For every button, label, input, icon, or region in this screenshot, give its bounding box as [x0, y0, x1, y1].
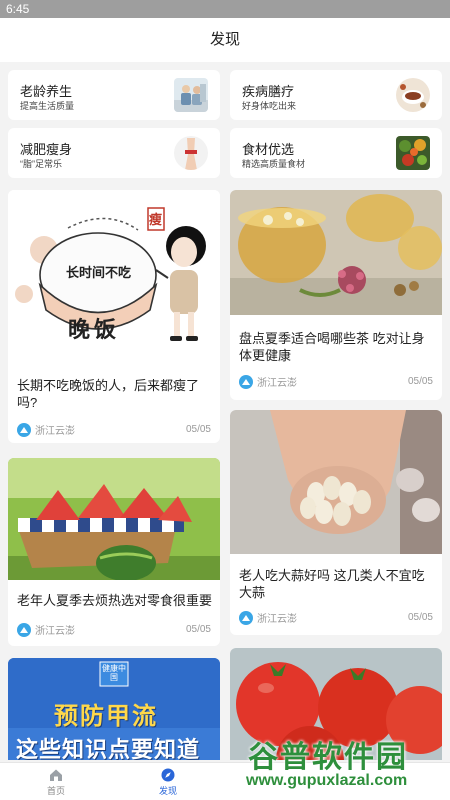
article-illustration: 长时间不吃 晚饭 瘦	[8, 190, 220, 355]
article-card[interactable]: 健康中国 预防甲流 这些知识点要知道	[8, 658, 220, 760]
slim-waist-thumbnail	[174, 136, 208, 170]
article-title: 老人吃大蒜好吗 这几类人不宜吃大蒜	[239, 568, 425, 600]
article-source: 浙江云澎	[239, 374, 297, 389]
article-card[interactable]: 老年人夏季去烦热选对零食很重要 浙江云澎 05/05	[8, 458, 220, 646]
vegetables-thumbnail	[396, 136, 430, 170]
banner-headline: 预防甲流	[54, 703, 158, 730]
illustration-text-long-time: 长时间不吃	[66, 265, 132, 280]
article-date: 05/05	[407, 612, 433, 623]
article-title: 长期不吃晚饭的人，后来都瘦了吗?	[17, 378, 200, 410]
illustration-text-thin: 瘦	[149, 212, 163, 227]
flu-prevention-banner: 健康中国 预防甲流 这些知识点要知道	[8, 658, 220, 760]
category-title: 减肥瘦身	[20, 142, 73, 157]
banner-subheadline: 这些知识点要知道	[16, 737, 201, 760]
health-china-badge: 健康中国	[102, 664, 126, 682]
source-logo-icon	[239, 374, 253, 389]
watermelon-photo	[8, 458, 220, 580]
status-bar: 6:45	[0, 0, 450, 18]
category-subtitle: “脂”足常乐	[20, 159, 62, 169]
category-card-elderly-health[interactable]: 老龄养生 提高生活质量	[8, 70, 220, 120]
article-source: 浙江云澎	[239, 610, 297, 625]
page-header: 发现	[0, 18, 450, 62]
elderly-couple-thumbnail	[174, 78, 208, 112]
tab-home-label: 首页	[46, 786, 65, 796]
tea-photo	[230, 190, 442, 315]
source-name: 浙江云澎	[257, 378, 297, 389]
compass-icon	[161, 768, 175, 782]
tab-discover[interactable]: 发现	[118, 763, 218, 800]
article-feed[interactable]: 长时间不吃 晚饭 瘦 长期不吃晚饭的人，后来都瘦了吗? 浙江云澎 05/05 盘…	[0, 188, 450, 760]
tab-home[interactable]: 首页	[6, 763, 106, 800]
category-card-diet-therapy[interactable]: 疾病膳疗 好身体吃出来	[230, 70, 442, 120]
article-title: 老年人夏季去烦热选对零食很重要	[17, 593, 213, 608]
watermark-url-text: www.gupuxlazal.com	[246, 772, 408, 789]
article-card[interactable]: 盘点夏季适合喝哪些茶 吃对让身体更健康 浙江云澎 05/05	[230, 190, 442, 400]
source-logo-icon	[17, 422, 31, 437]
source-name: 浙江云澎	[35, 626, 75, 637]
source-logo-icon	[239, 610, 253, 625]
article-date: 05/05	[185, 624, 211, 635]
article-date: 05/05	[407, 376, 433, 387]
tab-discover-label: 发现	[158, 786, 177, 796]
category-subtitle: 好身体吃出来	[242, 101, 297, 111]
garlic-photo	[230, 410, 442, 554]
home-icon	[50, 769, 62, 781]
article-title: 盘点夏季适合喝哪些茶 吃对让身体更健康	[239, 331, 425, 363]
illustration-text-dinner: 晚饭	[68, 317, 121, 342]
article-source: 浙江云澎	[17, 622, 75, 637]
page-title: 发现	[209, 31, 240, 48]
category-subtitle: 提高生活质量	[20, 101, 75, 111]
article-card[interactable]: 老人吃大蒜好吗 这几类人不宜吃大蒜 浙江云澎 05/05	[230, 410, 442, 635]
article-date: 05/05	[185, 424, 211, 435]
source-name: 浙江云澎	[35, 426, 75, 437]
herbal-bowl-thumbnail	[396, 78, 430, 112]
site-watermark: 谷普软件园 www.gupuxlazal.com	[244, 730, 450, 796]
category-title: 疾病膳疗	[242, 84, 295, 99]
category-title: 食材优选	[242, 142, 295, 157]
source-name: 浙江云澎	[257, 614, 297, 625]
category-title: 老龄养生	[20, 84, 73, 99]
category-subtitle: 精选高质量食材	[242, 159, 306, 169]
watermark-cn-text: 谷普软件园	[248, 741, 408, 774]
article-source: 浙江云澎	[17, 422, 75, 437]
category-card-food-selection[interactable]: 食材优选 精选高质量食材	[230, 128, 442, 178]
source-logo-icon	[17, 622, 31, 637]
status-time: 6:45	[6, 2, 30, 16]
category-card-weight-loss[interactable]: 减肥瘦身 “脂”足常乐	[8, 128, 220, 178]
article-card[interactable]: 长时间不吃 晚饭 瘦 长期不吃晚饭的人，后来都瘦了吗? 浙江云澎 05/05	[8, 190, 220, 443]
